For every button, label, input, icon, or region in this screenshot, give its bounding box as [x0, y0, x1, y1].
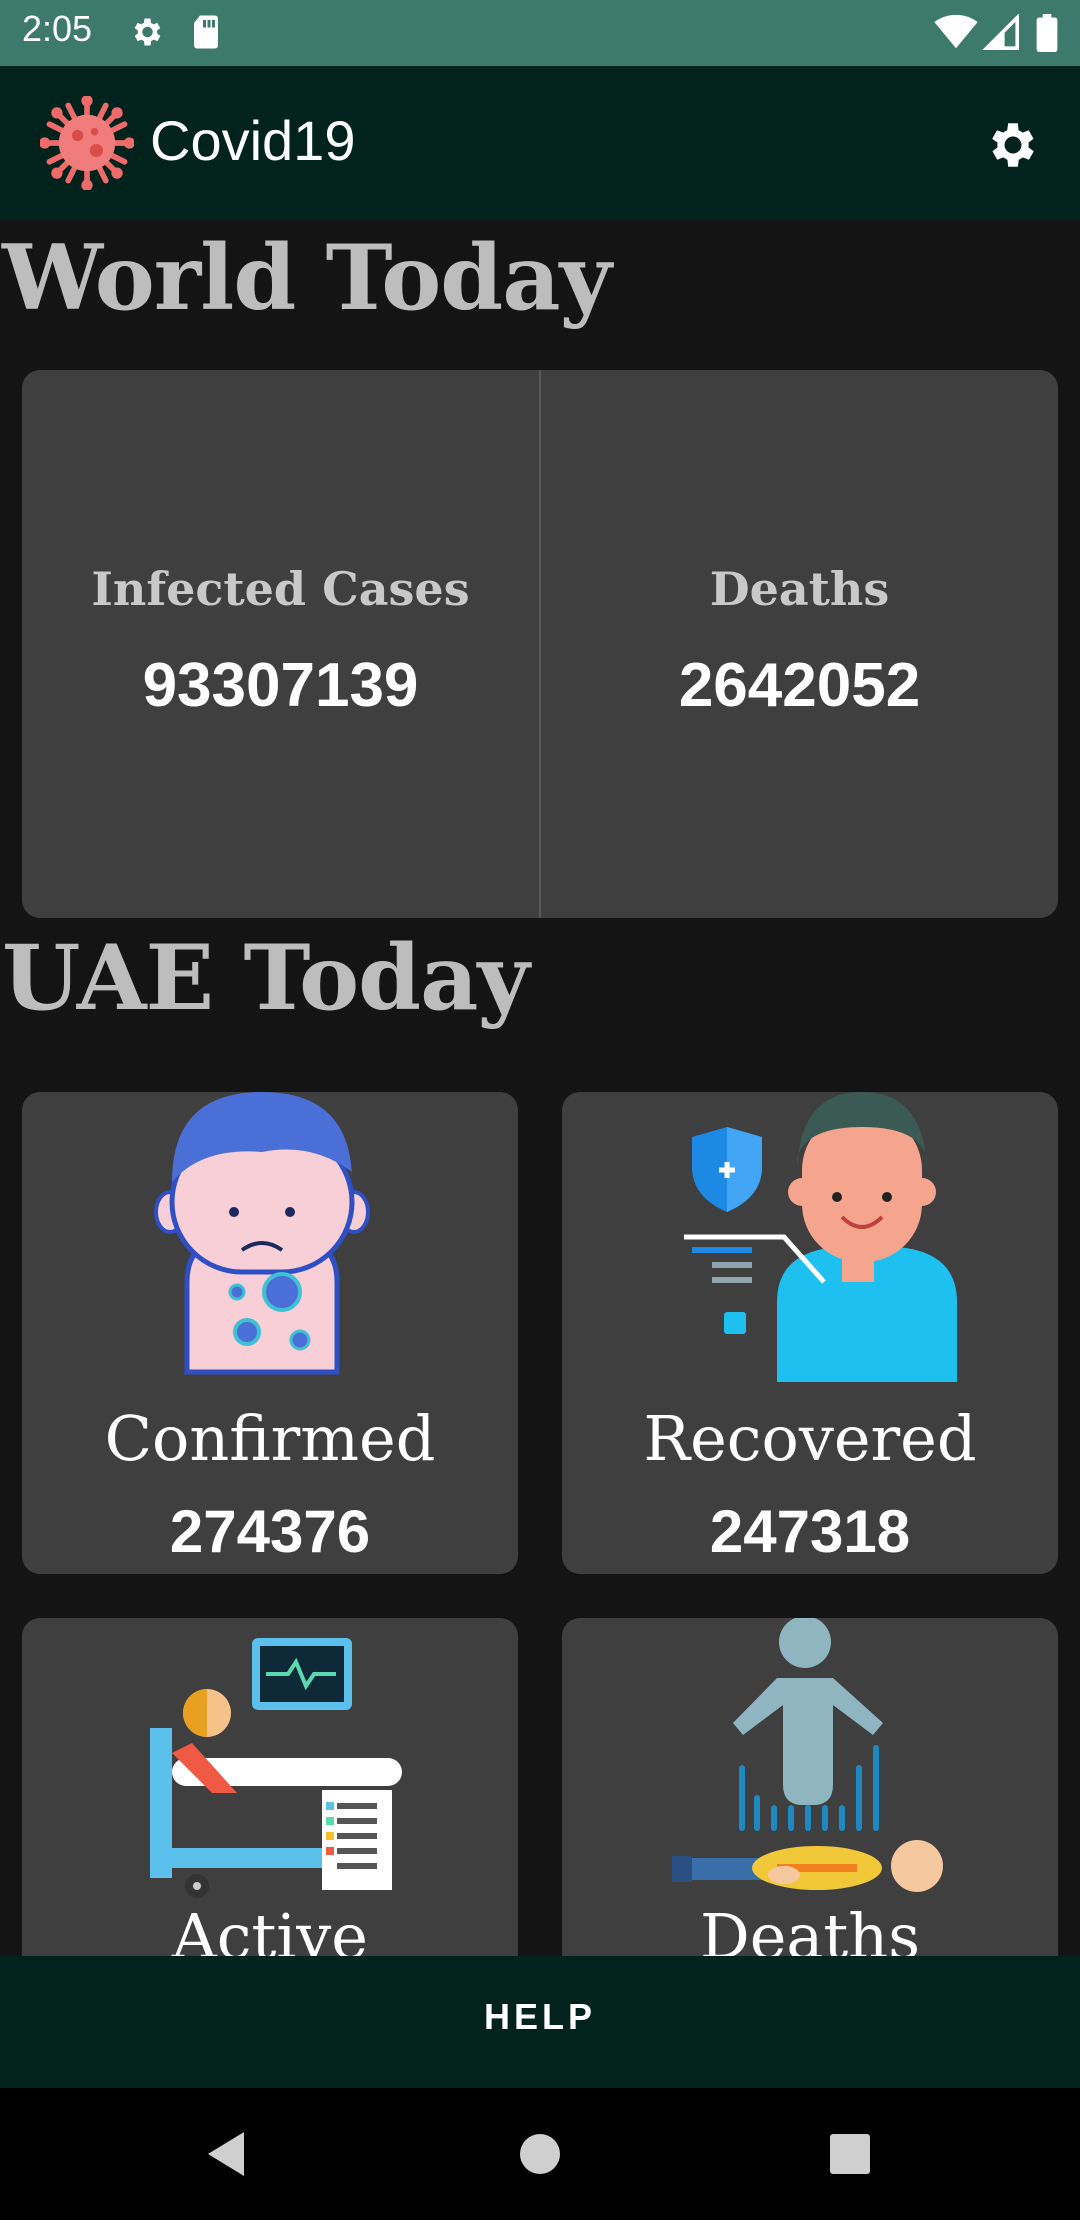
sd-card-icon: [190, 14, 222, 54]
home-icon[interactable]: [518, 2130, 562, 2182]
world-infected-cell: Infected Cases 93307139: [22, 370, 539, 918]
hospital-bed-icon: [22, 1618, 518, 1912]
back-icon[interactable]: [204, 2130, 248, 2182]
help-button[interactable]: HELP: [0, 1956, 1080, 2088]
recovered-value: 247318: [709, 1498, 911, 1565]
help-button-label: HELP: [483, 1996, 596, 2037]
virus-logo-icon: [39, 95, 135, 194]
world-stats-card: Infected Cases 93307139 Deaths 2642052: [22, 370, 1058, 918]
world-infected-value: 93307139: [142, 651, 419, 720]
confirmed-card[interactable]: Confirmed 274376: [22, 1092, 518, 1574]
app-bar: Covid19: [0, 66, 1080, 220]
recovered-label: Recovered: [643, 1402, 977, 1475]
deceased-person-icon: [562, 1618, 1058, 1912]
world-heading: World Today: [2, 225, 612, 331]
status-time: 2:05: [22, 8, 93, 49]
cell-signal-icon: [982, 13, 1020, 54]
confirmed-label: Confirmed: [104, 1402, 436, 1475]
settings-icon: [128, 14, 164, 54]
recents-icon[interactable]: [828, 2130, 872, 2182]
world-deaths-cell: Deaths 2642052: [541, 370, 1058, 918]
confirmed-value: 274376: [169, 1498, 371, 1565]
wifi-icon: [934, 14, 978, 54]
sick-person-icon: [22, 1092, 518, 1386]
world-infected-label: Infected Cases: [91, 562, 470, 616]
recovered-person-icon: [562, 1092, 1058, 1386]
recovered-card[interactable]: Recovered 247318: [562, 1092, 1058, 1574]
battery-icon: [1036, 14, 1058, 56]
uae-heading: UAE Today: [2, 925, 530, 1031]
navigation-bar: [0, 2088, 1080, 2220]
settings-gear-icon[interactable]: [984, 116, 1042, 178]
world-deaths-value: 2642052: [678, 651, 921, 720]
world-deaths-label: Deaths: [709, 562, 890, 616]
status-bar: 2:05: [0, 0, 1080, 66]
app-title: Covid19: [150, 109, 356, 172]
